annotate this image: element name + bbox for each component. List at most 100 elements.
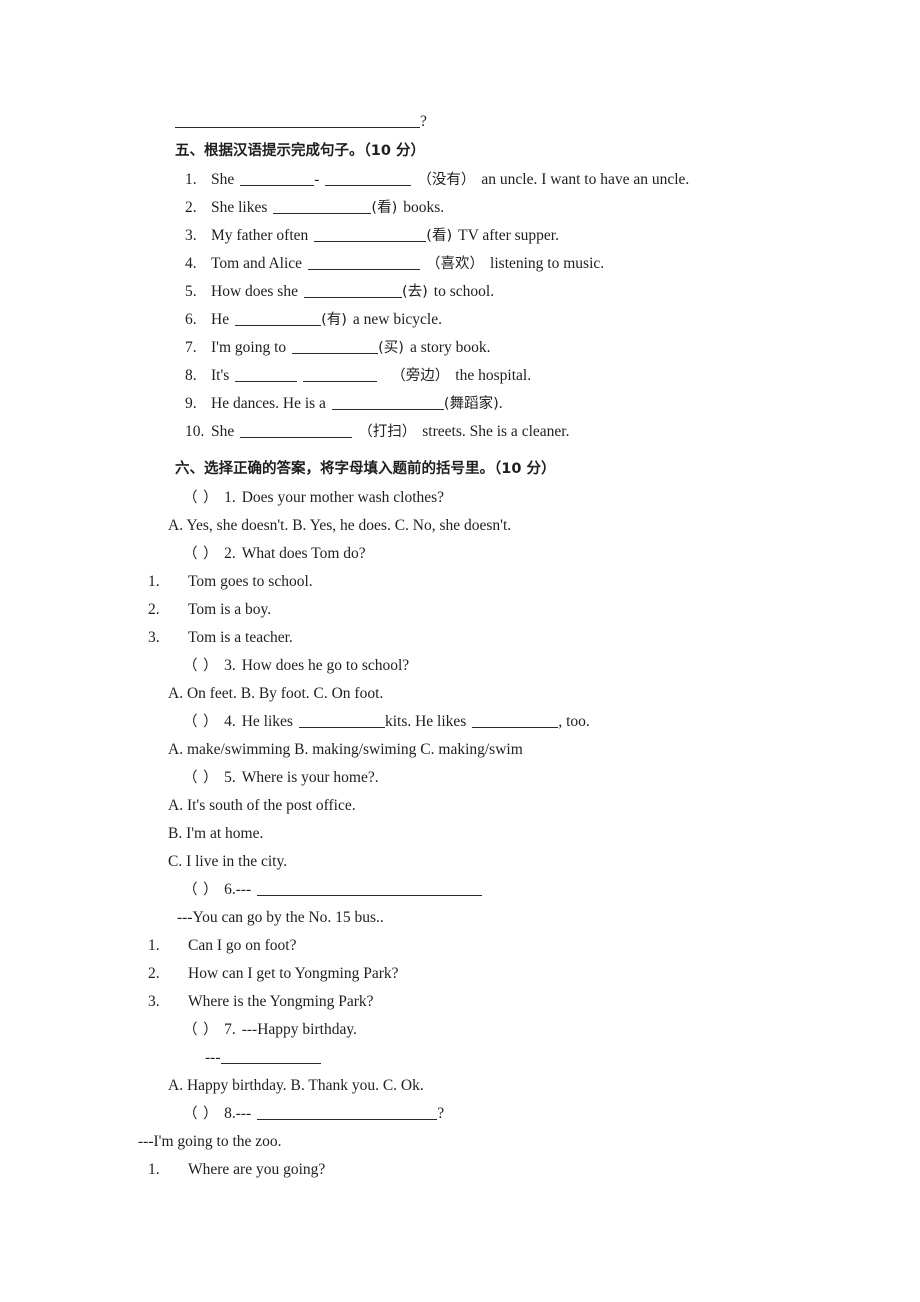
item-pre-text: Tom and Alice xyxy=(211,255,303,272)
answer-blank[interactable] xyxy=(308,256,421,270)
answer-bracket[interactable]: （ ） xyxy=(183,546,218,562)
choice-question-8: （ ） 8.---? xyxy=(0,1100,920,1128)
item-number: 7. xyxy=(185,339,197,356)
item-number: 9. xyxy=(185,395,197,412)
answer-blank[interactable] xyxy=(257,1106,438,1120)
question-number: 3. xyxy=(224,657,236,674)
answer-blank[interactable] xyxy=(220,1050,321,1064)
sub-option-number: 1. xyxy=(148,937,160,954)
question-number: 1. xyxy=(224,489,236,506)
sub-option-item[interactable]: 1. Where are you going? xyxy=(0,1156,920,1184)
answer-blank[interactable] xyxy=(292,340,379,354)
section-six-heading-text: 六、选择正确的答案，将字母填入题前的括号里。 xyxy=(175,461,494,477)
answer-bracket[interactable]: （ ） xyxy=(183,658,218,674)
answer-bracket[interactable]: （ ） xyxy=(183,1106,218,1122)
answer-blank[interactable] xyxy=(257,882,483,896)
item-post-text: the hospital. xyxy=(455,367,532,384)
choice-question-1: （ ） 1. Does your mother wash clothes? xyxy=(0,484,920,512)
sub-option-item[interactable]: 3. Tom is a teacher. xyxy=(0,624,920,652)
answer-bracket[interactable]: （ ） xyxy=(183,714,218,730)
choice-question-3: （ ） 3. How does he go to school? xyxy=(0,652,920,680)
item-post-text: listening to music. xyxy=(490,255,605,272)
reply-prefix: --- xyxy=(205,1049,221,1066)
section-five-heading-text: 五、根据汉语提示完成句子。 xyxy=(175,143,364,159)
choice-options-3[interactable]: A. On feet. B. By foot. C. On foot. xyxy=(0,680,920,708)
sub-option-item[interactable]: 3. Where is the Yongming Park? xyxy=(0,988,920,1016)
item-hint: （旁边） xyxy=(391,368,450,384)
sub-option-text: Where are you going? xyxy=(188,1161,326,1178)
item-post-text: a new bicycle. xyxy=(352,311,442,328)
choice-options-1[interactable]: A. Yes, she doesn't. B. Yes, he does. C.… xyxy=(0,512,920,540)
worksheet-content: ? 五、根据汉语提示完成句子。（10 分） 1. She - （没有） an uncle… xyxy=(0,108,920,1184)
item-hint: (看) xyxy=(426,228,453,244)
item-pre-text: He xyxy=(211,311,230,328)
answer-blank[interactable] xyxy=(325,172,412,186)
item-number: 10. xyxy=(185,423,205,440)
item-hint: (有) xyxy=(321,312,347,328)
fill-item-1: 1. She - （没有） an uncle. I want to have an un… xyxy=(0,166,920,194)
top-line-trailing: ? xyxy=(420,113,427,130)
item-post-text: books. xyxy=(403,199,445,216)
question-stem: ---Happy birthday. xyxy=(241,1021,357,1038)
section-six-heading: 六、选择正确的答案，将字母填入题前的括号里。（10 分） xyxy=(0,454,920,484)
answer-blank[interactable] xyxy=(235,312,322,326)
answer-blank[interactable] xyxy=(273,200,372,214)
fill-item-5: 5. How does she (去) to school. xyxy=(0,278,920,306)
item-pre-text: She xyxy=(211,171,235,188)
choice-option-b-5[interactable]: B. I'm at home. xyxy=(0,820,920,848)
answer-bracket[interactable]: （ ） xyxy=(183,770,218,786)
answer-blank[interactable] xyxy=(175,114,420,128)
question-stem: How does he go to school? xyxy=(241,657,410,674)
item-number: 1. xyxy=(185,171,197,188)
sub-option-number: 3. xyxy=(148,629,160,646)
item-number: 5. xyxy=(185,283,197,300)
item-pre-text: It's xyxy=(211,367,230,384)
choice-option-c-5[interactable]: C. I live in the city. xyxy=(0,848,920,876)
fill-item-7: 7. I'm going to (买) a story book. xyxy=(0,334,920,362)
fill-item-6: 6. He (有) a new bicycle. xyxy=(0,306,920,334)
sub-option-item[interactable]: 1. Tom goes to school. xyxy=(0,568,920,596)
answer-blank[interactable] xyxy=(303,368,378,382)
sub-option-item[interactable]: 2. Tom is a boy. xyxy=(0,596,920,624)
answer-blank[interactable] xyxy=(235,368,298,382)
question-pre-text: He likes xyxy=(241,713,293,730)
question-trailing: ? xyxy=(437,1105,445,1122)
sub-option-number: 1. xyxy=(148,1161,160,1178)
choice-options-7[interactable]: A. Happy birthday. B. Thank you. C. Ok. xyxy=(0,1072,920,1100)
answer-bracket[interactable]: （ ） xyxy=(183,490,218,506)
question-stem: What does Tom do? xyxy=(241,545,366,562)
sub-option-text: Tom is a boy. xyxy=(188,601,272,618)
choice-question-6: （ ） 6.--- xyxy=(0,876,920,904)
item-post-text: an uncle. I want to have an uncle. xyxy=(481,171,690,188)
item-pre-text: He dances. He is a xyxy=(211,395,326,412)
question-post-text: , too. xyxy=(558,713,590,730)
fill-item-3: 3. My father often (看) TV after supper. xyxy=(0,222,920,250)
item-post-text: a story book. xyxy=(409,339,491,356)
answer-blank[interactable] xyxy=(331,396,444,410)
fill-item-8: 8. It's （旁边） the hospital. xyxy=(0,362,920,390)
answer-blank[interactable] xyxy=(240,424,353,438)
question-number: 6.--- xyxy=(224,881,252,898)
choice-option-a-5[interactable]: A. It's south of the post office. xyxy=(0,792,920,820)
answer-blank[interactable] xyxy=(314,228,427,242)
worksheet-page: ? 五、根据汉语提示完成句子。（10 分） 1. She - （没有） an uncle… xyxy=(0,0,920,1302)
item-pre-text: How does she xyxy=(211,283,298,300)
answer-blank[interactable] xyxy=(472,714,559,728)
choice-options-4[interactable]: A. make/swimming B. making/swiming C. ma… xyxy=(0,736,920,764)
sub-option-item[interactable]: 2. How can I get to Yongming Park? xyxy=(0,960,920,988)
answer-bracket[interactable]: （ ） xyxy=(183,1022,218,1038)
section-five-score: （10 分） xyxy=(363,143,425,159)
answer-blank[interactable] xyxy=(240,172,315,186)
sub-option-item[interactable]: 1. Can I go on foot? xyxy=(0,932,920,960)
item-number: 2. xyxy=(185,199,197,216)
answer-blank[interactable] xyxy=(298,714,385,728)
top-trailing-blank-line: ? xyxy=(0,108,920,136)
choice-question-5: （ ） 5. Where is your home?. xyxy=(0,764,920,792)
item-post-text: . xyxy=(498,395,503,412)
item-pre-text: She likes xyxy=(211,199,268,216)
answer-blank[interactable] xyxy=(303,284,402,298)
sub-option-number: 3. xyxy=(148,993,160,1010)
item-hint: （打扫） xyxy=(358,424,417,440)
answer-bracket[interactable]: （ ） xyxy=(183,882,218,898)
question-number: 7. xyxy=(224,1021,236,1038)
